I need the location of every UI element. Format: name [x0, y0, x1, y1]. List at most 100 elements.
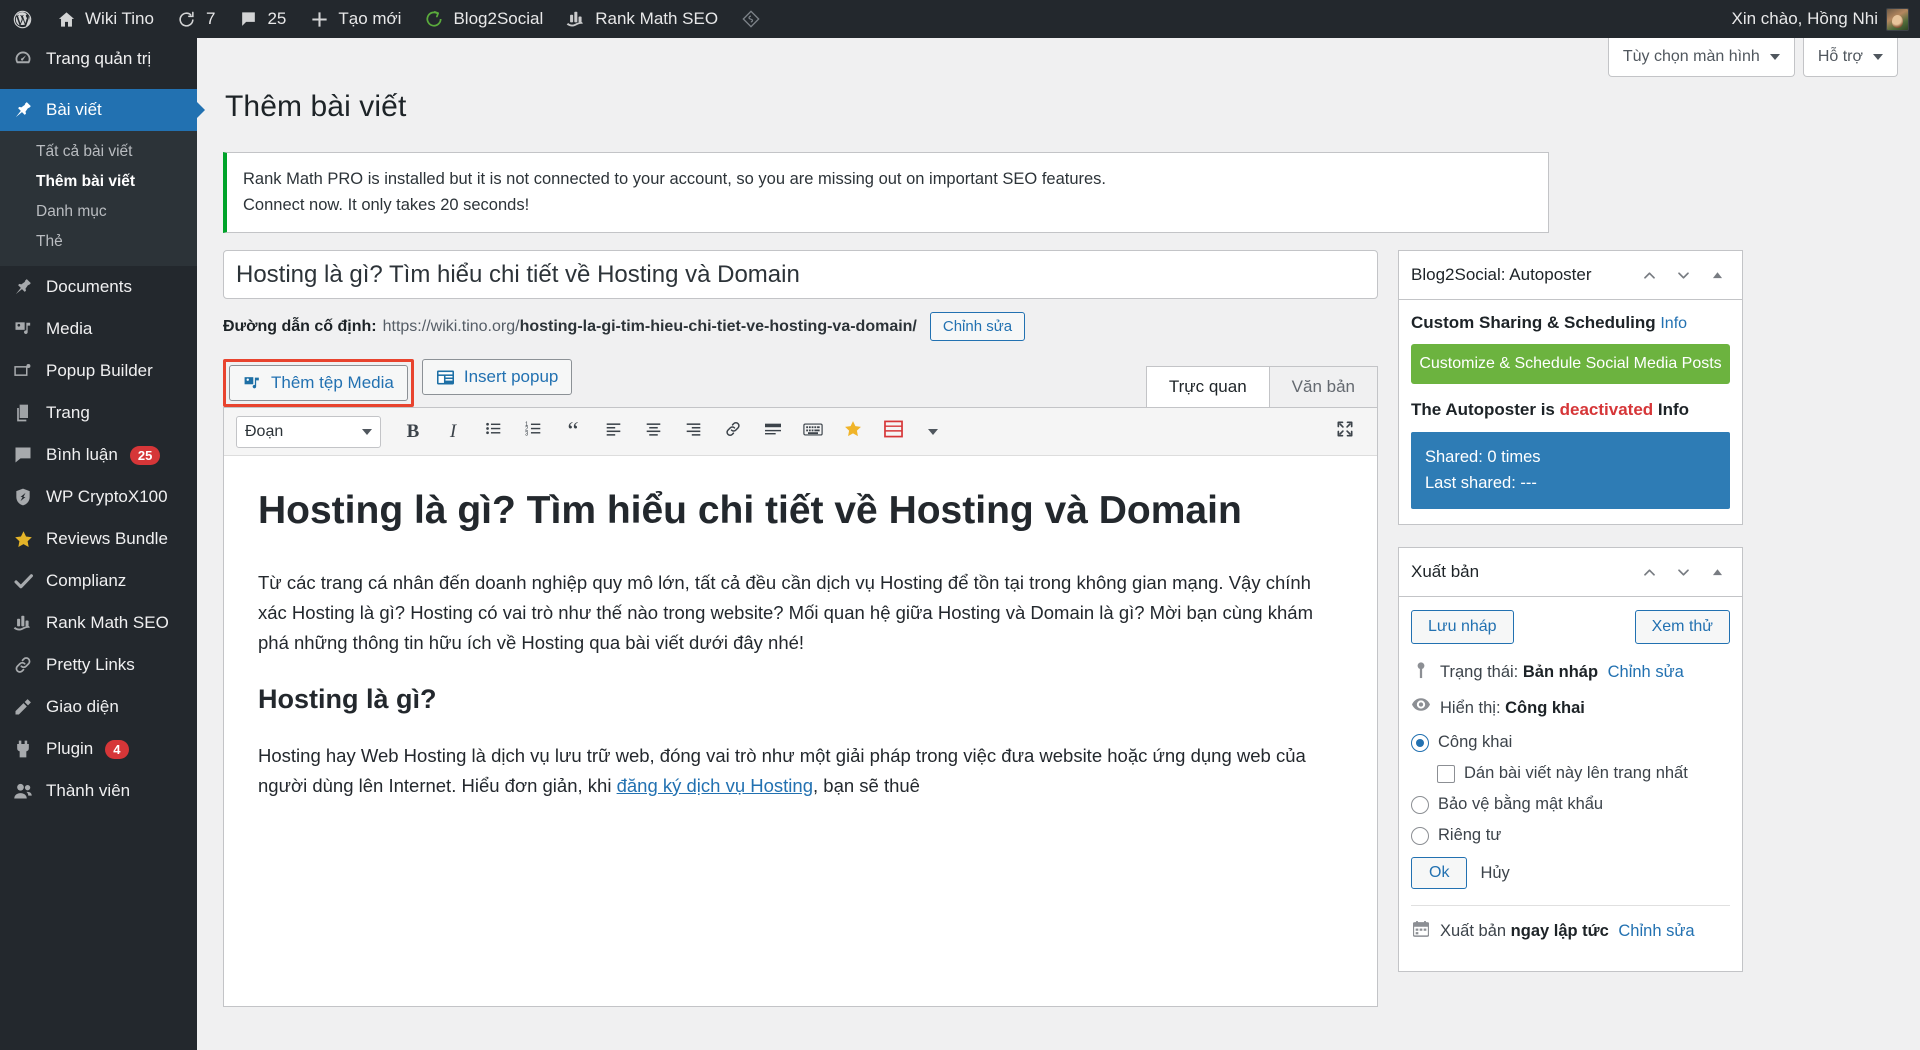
permalink-base: https://wiki.tino.org/: [382, 317, 520, 335]
align-right-button[interactable]: [673, 414, 713, 450]
content-paragraph-2: Hosting hay Web Hosting là dịch vụ lưu t…: [258, 741, 1343, 801]
sidebar-item-posts[interactable]: Bài viết: [0, 89, 197, 131]
calendar-icon: [1411, 920, 1431, 938]
help-button[interactable]: Hỗ trợ: [1802, 38, 1898, 77]
account-menu[interactable]: Xin chào, Hồng Nhi: [1721, 0, 1920, 38]
comments-menu[interactable]: 25: [226, 0, 297, 38]
fullscreen-button[interactable]: [1325, 414, 1365, 450]
move-down-icon[interactable]: [1670, 262, 1696, 288]
bulleted-list-button[interactable]: [473, 414, 513, 450]
sidebar-item-popup-builder[interactable]: Popup Builder: [0, 350, 197, 392]
sidebar-item-appearance[interactable]: Giao diện: [0, 686, 197, 728]
sticky-post-row[interactable]: Dán bài viết này lên trang nhất: [1437, 764, 1730, 783]
dashboard-icon: [12, 48, 34, 70]
radio-public[interactable]: [1411, 733, 1429, 752]
sidebar-item-reviews-bundle[interactable]: Reviews Bundle: [0, 518, 197, 560]
star-icon: [843, 419, 863, 445]
save-draft-button[interactable]: Lưu nháp: [1411, 610, 1514, 645]
keyboard-shortcuts-button[interactable]: [793, 414, 833, 450]
table-button[interactable]: [873, 414, 913, 450]
updates-menu[interactable]: 7: [165, 0, 226, 38]
visibility-option-private[interactable]: Riêng tư: [1411, 826, 1730, 845]
reviews-star-button[interactable]: [833, 414, 873, 450]
sidebar-item-media[interactable]: Media: [0, 308, 197, 350]
popup-insert-icon: [436, 369, 455, 386]
align-center-button[interactable]: [633, 414, 673, 450]
submenu-item-categories[interactable]: Danh mục: [0, 197, 197, 227]
rankmath-menu[interactable]: Rank Math SEO: [554, 0, 729, 38]
toolbar-toggle-button[interactable]: [913, 414, 953, 450]
blog2social-panel-title: Blog2Social: Autoposter: [1411, 265, 1592, 284]
paragraph-format-select[interactable]: Đoạn: [236, 415, 381, 448]
italic-button[interactable]: I: [433, 414, 473, 450]
sidebar-item-rank-math-seo[interactable]: Rank Math SEO: [0, 602, 197, 644]
visibility-option-password[interactable]: Bảo vệ bằng mật khẩu: [1411, 795, 1730, 814]
sidebar-item-dashboard[interactable]: Trang quản trị: [0, 38, 197, 80]
numbered-list-button[interactable]: 1 2 3: [513, 414, 553, 450]
visibility-confirm-row: Ok Hủy: [1411, 857, 1730, 890]
move-down-icon[interactable]: [1670, 559, 1696, 585]
preview-button[interactable]: Xem thử: [1634, 610, 1730, 645]
sidebar-item-wp-cryptox100[interactable]: WP CryptoX100: [0, 476, 197, 518]
blockquote-button[interactable]: “: [553, 414, 593, 450]
autoposter-info-link[interactable]: Info: [1658, 400, 1689, 419]
radio-private[interactable]: [1411, 826, 1429, 845]
visibility-option-public[interactable]: Công khai: [1411, 733, 1730, 752]
post-title-input[interactable]: [223, 250, 1378, 299]
edit-permalink-button[interactable]: Chỉnh sửa: [929, 312, 1026, 341]
greeting-label: Xin chào, Hồng Nhi: [1731, 9, 1878, 28]
checkbox-sticky[interactable]: [1437, 764, 1455, 783]
sidebar-item-complianz[interactable]: Complianz: [0, 560, 197, 602]
edit-publish-date-link[interactable]: Chỉnh sửa: [1618, 922, 1694, 940]
read-more-button[interactable]: [753, 414, 793, 450]
blog2social-menu[interactable]: Blog2Social: [412, 0, 554, 38]
screen-options-button[interactable]: Tùy chọn màn hình: [1607, 38, 1795, 77]
toggle-panel-icon[interactable]: [1704, 559, 1730, 585]
sidebar-item-users[interactable]: Thành viên: [0, 770, 197, 812]
insert-link-button[interactable]: [713, 414, 753, 450]
move-up-icon[interactable]: [1636, 559, 1662, 585]
content-inline-link[interactable]: đăng ký dịch vụ Hosting: [617, 775, 813, 796]
new-content-menu[interactable]: Tạo mới: [297, 0, 412, 38]
diamond-menu[interactable]: [729, 0, 773, 38]
wordpress-logo-menu[interactable]: [0, 0, 44, 38]
sidebar-item-comments[interactable]: Bình luận 25: [0, 434, 197, 476]
share-stats-box: Shared: 0 times Last shared: ---: [1411, 432, 1730, 510]
blog2social-panel-body: Custom Sharing & Scheduling Info Customi…: [1399, 300, 1742, 524]
move-up-icon[interactable]: [1636, 262, 1662, 288]
content-paragraph-2-part2: , bạn sẽ thuê: [813, 774, 920, 796]
align-left-button[interactable]: [593, 414, 633, 450]
visibility-ok-button[interactable]: Ok: [1411, 857, 1468, 890]
site-name-menu[interactable]: Wiki Tino: [44, 0, 165, 38]
custom-sharing-info-link[interactable]: Info: [1660, 315, 1687, 332]
sidebar-item-label: Trang: [46, 403, 90, 422]
radio-password[interactable]: [1411, 795, 1429, 814]
edit-status-link[interactable]: Chỉnh sửa: [1608, 663, 1684, 681]
format-select-value: Đoạn: [245, 422, 284, 440]
insert-popup-button[interactable]: Insert popup: [421, 359, 573, 395]
submenu-item-tags[interactable]: Thẻ: [0, 227, 197, 257]
sidebar-item-documents[interactable]: Documents: [0, 266, 197, 308]
visibility-option-label: Bảo vệ bằng mật khẩu: [1438, 795, 1604, 814]
right-sidebar-column: Blog2Social: Autoposter Custom Sharing &…: [1398, 250, 1743, 994]
home-icon: [55, 8, 77, 30]
bold-button[interactable]: B: [393, 414, 433, 450]
numbered-list-icon: 1 2 3: [525, 420, 542, 443]
customize-schedule-button[interactable]: Customize & Schedule Social Media Posts: [1411, 344, 1730, 384]
content-heading-2: Hosting là gì?: [258, 683, 437, 714]
shared-count-line: Shared: 0 times: [1425, 448, 1541, 466]
post-visibility-text: Hiển thị: Công khai: [1440, 697, 1585, 720]
editor-content-area[interactable]: Hosting là gì? Tìm hiểu chi tiết về Host…: [224, 456, 1377, 857]
autoposter-status-prefix: The Autoposter is: [1411, 400, 1555, 419]
admin-sidebar: Trang quản trị Bài viết Tất cả bài viết …: [0, 38, 197, 1050]
tab-visual[interactable]: Trực quan: [1145, 366, 1270, 408]
sidebar-item-pages[interactable]: Trang: [0, 392, 197, 434]
submenu-item-all-posts[interactable]: Tất cả bài viết: [0, 137, 197, 167]
toggle-panel-icon[interactable]: [1704, 262, 1730, 288]
sidebar-item-pretty-links[interactable]: Pretty Links: [0, 644, 197, 686]
add-media-button[interactable]: Thêm tệp Media: [229, 365, 408, 401]
visibility-cancel-link[interactable]: Hủy: [1480, 864, 1509, 883]
tab-text[interactable]: Văn bản: [1268, 366, 1378, 408]
sidebar-item-plugins[interactable]: Plugin 4: [0, 728, 197, 770]
submenu-item-add-post[interactable]: Thêm bài viết: [0, 167, 197, 197]
